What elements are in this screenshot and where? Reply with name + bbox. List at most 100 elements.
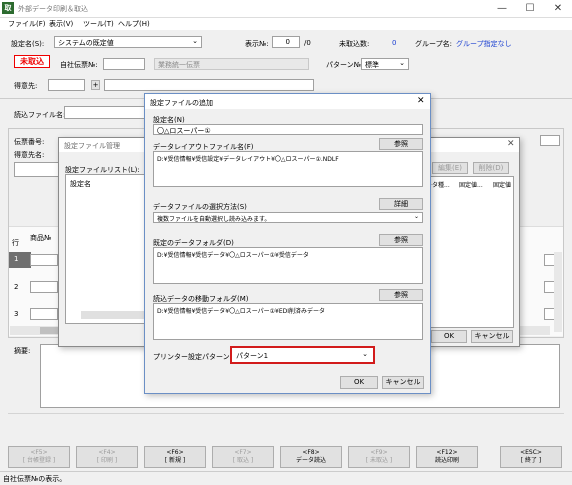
notes-label: 摘要:: [14, 347, 31, 355]
add-settings-file-dialog: 設定ファイルの追加 ✕ 設定名(N) 〇△ロスーパー① データレイアウトファイル…: [144, 93, 431, 394]
maximize-button[interactable]: ☐: [516, 0, 544, 18]
name-input[interactable]: 〇△ロスーパー①: [153, 124, 423, 135]
f8-data-read-button[interactable]: <F8> データ読込: [280, 446, 342, 468]
esc-exit-button[interactable]: <ESC>[ 終了 ]: [500, 446, 562, 468]
customer-code-input[interactable]: [48, 79, 85, 91]
row-2-number: 2: [14, 283, 19, 291]
f7-label: [ 取込 ]: [232, 457, 254, 464]
f6-key: <F6>: [166, 449, 184, 456]
settings-list-column: 設定名: [70, 180, 91, 188]
setting-name-label: 設定名(S):: [11, 40, 45, 48]
layout-file-textarea[interactable]: D:¥受信情報¥受信設定¥データレイアウト¥〇△ロスーパー①.NDLF: [153, 151, 423, 187]
close-window-button[interactable]: ✕: [544, 0, 572, 18]
menu-tools[interactable]: ツール(T): [83, 19, 114, 29]
f9-unimported-button[interactable]: <F9>[ 未取込 ]: [348, 446, 410, 468]
f5-ledger-button[interactable]: <F5>[ 台帳登録 ]: [8, 446, 70, 468]
move-folder-value: D:¥受信情報¥受信データ¥〇△ロスーパー①¥EDI削済みデータ: [157, 308, 326, 315]
layout-file-value: D:¥受信情報¥受信設定¥データレイアウト¥〇△ロスーパー①.NDLF: [157, 156, 339, 163]
row-3-product-input[interactable]: [30, 308, 58, 320]
right-field[interactable]: [540, 135, 560, 146]
menu-help[interactable]: ヘルプ(H): [118, 19, 150, 29]
slip-no-label: 自社伝票№:: [60, 61, 98, 69]
f6-new-button[interactable]: <F6>[ 新規 ]: [144, 446, 206, 468]
default-folder-textarea[interactable]: D:¥受信情報¥受信データ¥〇△ロスーパー①¥受信データ: [153, 247, 423, 284]
group-value: グループ指定なし: [456, 40, 512, 48]
folder-browse-button[interactable]: 参照: [379, 234, 423, 246]
select-method-dropdown[interactable]: 複数ファイルを自動選択し読み込みます。 ⌄: [153, 212, 423, 223]
f9-label: [ 未取込 ]: [365, 457, 393, 464]
mgmt-col-3: 固定値: [493, 182, 512, 189]
customer-search-button[interactable]: +: [91, 80, 100, 90]
chevron-down-icon: ⌄: [413, 213, 419, 220]
mgmt-col-2: 固定値...: [459, 182, 483, 189]
read-file-label: 読込ファイル名:: [14, 111, 66, 119]
mgmt-delete-button[interactable]: 削除(D): [473, 162, 509, 174]
move-folder-textarea[interactable]: D:¥受信情報¥受信データ¥〇△ロスーパー①¥EDI削済みデータ: [153, 303, 423, 340]
add-dialog-title: 設定ファイルの追加: [150, 99, 213, 107]
f9-key: <F9>: [370, 449, 388, 456]
product-no-header: 商品№: [30, 234, 52, 242]
setting-name-select[interactable]: システムの既定値 ⌄: [54, 36, 202, 48]
minimize-button[interactable]: —: [488, 0, 516, 18]
mgmt-right-list[interactable]: ータ種... 固定値... 固定値: [424, 176, 514, 328]
setting-name-value: システムの既定値: [58, 39, 114, 47]
status-bar: 自社伝票№の表示。: [0, 471, 572, 485]
slip-no-input[interactable]: [103, 58, 145, 70]
f8-key: <F8>: [302, 449, 320, 456]
chevron-down-icon: ⌄: [362, 350, 368, 358]
add-dialog-titlebar: 設定ファイルの追加 ✕: [145, 94, 430, 109]
printer-pattern-label: プリンター設定パターン(P):: [153, 353, 242, 361]
f12-label: 読込印刷: [434, 457, 459, 464]
row-1-header[interactable]: 1: [9, 252, 31, 268]
window-titlebar: 取 外部データ印刷＆取込 — ☐ ✕: [0, 0, 572, 18]
move-browse-button[interactable]: 参照: [379, 289, 423, 301]
row-3-number: 3: [14, 310, 19, 318]
status-badge: 未取込: [14, 55, 50, 68]
f7-import-button[interactable]: <F7>[ 取込 ]: [212, 446, 274, 468]
printer-pattern-value: パターン1: [236, 352, 269, 360]
mgmt-ok-button[interactable]: OK: [431, 330, 467, 343]
select-method-value: 複数ファイルを自動選択し読み込みます。: [157, 216, 271, 223]
mgmt-dialog-title: 設定ファイル管理: [64, 142, 120, 150]
f4-key: <F4>: [98, 449, 116, 456]
f5-label: [ 台帳登録 ]: [22, 457, 56, 464]
esc-label: [ 終了 ]: [520, 457, 542, 464]
layout-browse-button[interactable]: 参照: [379, 138, 423, 150]
add-cancel-button[interactable]: キャンセル: [382, 376, 424, 389]
display-no-value: 0: [285, 38, 290, 46]
printer-pattern-select[interactable]: パターン1 ⌄: [230, 346, 375, 364]
group-label: グループ名:: [415, 40, 452, 48]
add-ok-button[interactable]: OK: [340, 376, 378, 389]
business-slip-select[interactable]: 業務統一伝票: [154, 58, 309, 70]
customer-label: 得意先:: [14, 82, 38, 90]
business-slip-value: 業務統一伝票: [158, 61, 200, 69]
display-no-label: 表示№:: [245, 40, 269, 48]
grid-scrollbar[interactable]: [554, 252, 562, 332]
add-dialog-close-icon[interactable]: ✕: [417, 96, 425, 106]
pattern-no-select[interactable]: 標準 ⌄: [361, 58, 409, 70]
row-1-number: 1: [14, 255, 19, 263]
menu-bar: ファイル(F) 表示(V) ツール(T) ヘルプ(H): [0, 18, 572, 30]
row-1-product-input[interactable]: [30, 254, 58, 266]
plus-icon: +: [92, 81, 99, 89]
display-no-input[interactable]: 0: [272, 36, 300, 48]
pattern-no-label: パターン№:: [326, 61, 364, 69]
f12-read-print-button[interactable]: <F12> 読込印刷: [416, 446, 478, 468]
esc-key: <ESC>: [520, 449, 542, 456]
customer-name-input[interactable]: [104, 79, 314, 91]
menu-view[interactable]: 表示(V): [49, 19, 73, 29]
menu-file[interactable]: ファイル(F): [8, 19, 46, 29]
chevron-down-icon: ⌄: [192, 37, 198, 45]
window-title: 外部データ印刷＆取込: [18, 5, 88, 13]
display-no-total: /0: [304, 39, 311, 47]
mgmt-cancel-button[interactable]: キャンセル: [471, 330, 513, 343]
select-detail-button[interactable]: 詳細: [379, 198, 423, 210]
f4-print-button[interactable]: <F4>[ 印刷 ]: [76, 446, 138, 468]
mgmt-edit-button[interactable]: 編集(E): [432, 162, 468, 174]
f4-label: [ 印刷 ]: [96, 457, 118, 464]
unimported-label: 未取込数:: [339, 40, 370, 48]
row-2-product-input[interactable]: [30, 281, 58, 293]
mgmt-close-icon[interactable]: ✕: [507, 139, 515, 149]
f6-label: [ 新規 ]: [164, 457, 186, 464]
f12-key: <F12>: [436, 449, 458, 456]
